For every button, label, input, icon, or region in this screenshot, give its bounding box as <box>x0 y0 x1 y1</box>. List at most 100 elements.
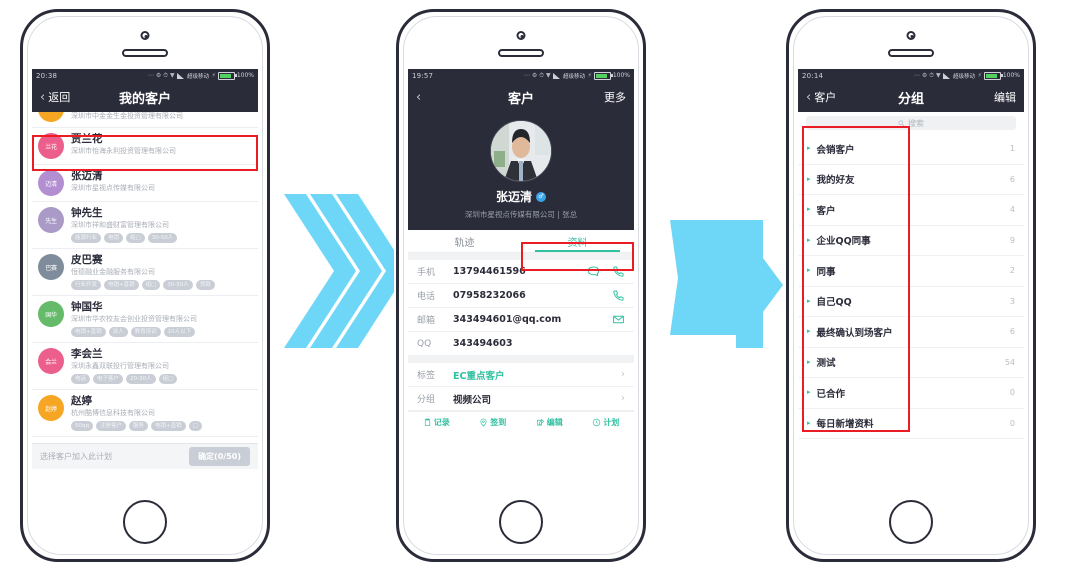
group-label: 客户 <box>816 205 836 217</box>
back-button[interactable]: ‹ <box>416 91 424 104</box>
action-note[interactable]: 记录 <box>408 417 465 428</box>
group-count: 6 <box>1009 327 1015 337</box>
group-row[interactable]: ▸ 自己QQ 3 <box>798 286 1024 317</box>
carrier-label: 超级移动 <box>952 73 975 80</box>
search-placeholder: 搜索 <box>908 118 924 128</box>
group-label: 测试 <box>816 358 836 370</box>
bluetooth-icon: ⚡ <box>587 71 592 79</box>
customer-list[interactable]: 深圳市中金金生金投资管理有限公司 兰花 贾兰花 深圳市怡海永利投资管理有限公司 迈清 张迈… <box>32 112 258 443</box>
home-button[interactable] <box>123 500 167 544</box>
profile-name-row: 张迈清 ♂ <box>408 188 634 205</box>
detail-row: 手机 13794461596 <box>408 260 634 284</box>
mail-icon-button[interactable] <box>612 313 625 326</box>
customer-row[interactable]: 会兰 李会兰 深圳永鑫双联投行管理有限公司 电话 电子客户 20-30人 组□ <box>32 343 258 390</box>
chevron-right-icon: ▸ <box>807 235 811 244</box>
action-label: 记录 <box>433 417 450 427</box>
home-button[interactable] <box>499 500 543 544</box>
group-row[interactable]: ▸ 同事 2 <box>798 256 1024 287</box>
more-button[interactable]: 更多 <box>604 89 626 105</box>
detail-label: 邮箱 <box>417 316 436 326</box>
action-edit[interactable]: 编辑 <box>521 417 578 428</box>
group-row[interactable]: ▸ 企业QQ同事 9 <box>798 225 1024 256</box>
selection-hint: 选择客户加入此计划 <box>40 452 112 461</box>
tag: 组□ <box>141 280 161 290</box>
group-row[interactable]: ▸ 测试 54 <box>798 347 1024 378</box>
detail-label: 手机 <box>417 268 436 278</box>
block-arrow <box>670 220 783 348</box>
chevron-right-icon: ▸ <box>807 296 811 305</box>
detail-value: 343494603 <box>453 338 513 349</box>
chevron-right-icon: ▸ <box>807 266 811 275</box>
section-gap <box>408 253 634 260</box>
search-icon <box>898 119 905 127</box>
tab-track[interactable]: 轨迹 <box>408 230 521 252</box>
detail-row: 邮箱 343494601@qq.com <box>408 308 634 332</box>
group-row[interactable]: ▸ 我的好友 6 <box>798 164 1024 195</box>
group-row[interactable]: ▸ 会销客户 1 <box>798 134 1024 165</box>
phone-icon-button[interactable] <box>612 289 625 302</box>
group-row[interactable]: ▸ 每日新增资料 0 <box>798 408 1024 439</box>
action-bar[interactable]: 记录 签到 编辑 计划 <box>408 411 634 432</box>
tag-list: 行业开发 电销+直销 组□ 30-50人 贷款 <box>71 280 251 290</box>
group-label: 同事 <box>816 266 836 278</box>
avatar: 巴赛 <box>38 254 64 280</box>
avatar[interactable] <box>490 120 552 182</box>
customer-row[interactable]: 赵婷 赵婷 杭州酷博信息科技有限公司 50qq 注册客户 服务 电销+直销 □ <box>32 390 258 437</box>
customer-row[interactable]: 先生 钟先生 深圳市祥和盛财富管理有限公司 能源行业 电销 组□ 30-50人 <box>32 202 258 249</box>
group-list[interactable]: ▸ 会销客户 1 ▸ 我的好友 6 ▸ 客户 4 ▸ 企业QQ同事 9 ▸ 同事 2 ▸ 自己QQ 3 ▸ 最终确认到… <box>798 134 1024 439</box>
group-row[interactable]: ▸ 最终确认到场客户 6 <box>798 317 1024 348</box>
avatar <box>38 112 64 122</box>
back-button[interactable]: ‹ 客户 <box>806 89 836 105</box>
customer-name: 李会兰 <box>71 348 103 360</box>
screenshot-canvas: 20:38 ⋯ ⚙ ⏱ ▼ 超级移动 ⚡ 100% ‹ 返回 我的客户 深圳市中… <box>0 0 1068 571</box>
carrier-label: 超级移动 <box>186 73 209 80</box>
camera-icon <box>140 31 150 40</box>
signal-icon <box>176 72 184 79</box>
customer-row[interactable]: 深圳市中金金生金投资管理有限公司 <box>32 112 258 128</box>
chevron-right-icon: ▸ <box>807 327 811 336</box>
gear-icon: ⚙ <box>921 71 928 79</box>
wifi-icon: ▼ <box>545 71 551 79</box>
chat-icon-button[interactable] <box>587 265 600 278</box>
action-location[interactable]: 签到 <box>465 417 522 428</box>
status-time: 19:57 <box>412 71 434 80</box>
tag: 电子客户 <box>93 374 124 384</box>
signal-icon <box>552 72 560 79</box>
group-row[interactable]: ▸ 已合作 0 <box>798 378 1024 409</box>
detail-tabs[interactable]: 轨迹 资料 <box>408 230 634 253</box>
search-bar[interactable]: 搜索 <box>798 112 1024 134</box>
group-label: 已合作 <box>816 388 846 400</box>
tag: 注册客户 <box>95 421 126 431</box>
tab-profile[interactable]: 资料 <box>521 230 634 252</box>
home-button[interactable] <box>889 500 933 544</box>
customer-row[interactable]: 国华 钟国华 深圳市华农校友会创业投资管理有限公司 电销+直销 法人 教育培训 10人以下 <box>32 296 258 343</box>
customer-row[interactable]: 巴赛 皮巴赛 恒德融业金融服务有限公司 行业开发 电销+直销 组□ 30-50人 贷款 <box>32 249 258 296</box>
detail-label: QQ <box>417 338 432 349</box>
tag: 电话 <box>71 374 91 384</box>
customer-info: 李会兰 深圳永鑫双联投行管理有限公司 电话 电子客户 20-30人 组□ <box>71 348 251 384</box>
customer-row[interactable]: 迈清 张迈清 深圳市星视点传媒有限公司 <box>32 165 258 202</box>
tag: 10人以下 <box>163 327 196 337</box>
group-row[interactable]: ▸ 客户 4 <box>798 195 1024 226</box>
status-indicators: ⋯ ⚙ ⏱ ▼ 超级移动 ⚡ 100% <box>524 71 630 80</box>
action-clock[interactable]: 计划 <box>578 417 635 428</box>
gear-icon: ⚙ <box>155 71 162 79</box>
meta-row[interactable]: 分组 视频公司 › <box>408 387 634 411</box>
tag: 组□ <box>158 374 178 384</box>
customer-row[interactable]: 兰花 贾兰花 深圳市怡海永利投资管理有限公司 <box>32 128 258 165</box>
phone-icon-button[interactable] <box>612 265 625 278</box>
wifi-icon: ▼ <box>935 71 941 79</box>
chevron-left-icon: ‹ <box>40 89 46 105</box>
confirm-button[interactable]: 确定(0/50) <box>189 447 250 466</box>
detail-value: 343494601@qq.com <box>453 314 562 325</box>
profile-name: 张迈清 <box>495 190 532 204</box>
meta-value: 视频公司 <box>453 394 492 406</box>
group-count: 2 <box>1009 266 1015 276</box>
meta-row[interactable]: 标签 EC重点客户 › <box>408 363 634 387</box>
tag: 服务 <box>129 421 149 431</box>
edit-button[interactable]: 编辑 <box>994 89 1016 105</box>
phone1-screen: 20:38 ⋯ ⚙ ⏱ ▼ 超级移动 ⚡ 100% ‹ 返回 我的客户 深圳市中… <box>32 69 258 469</box>
back-button[interactable]: ‹ 返回 <box>40 89 70 105</box>
customer-info: 张迈清 深圳市星视点传媒有限公司 <box>71 170 251 194</box>
search-input[interactable]: 搜索 <box>806 116 1016 130</box>
